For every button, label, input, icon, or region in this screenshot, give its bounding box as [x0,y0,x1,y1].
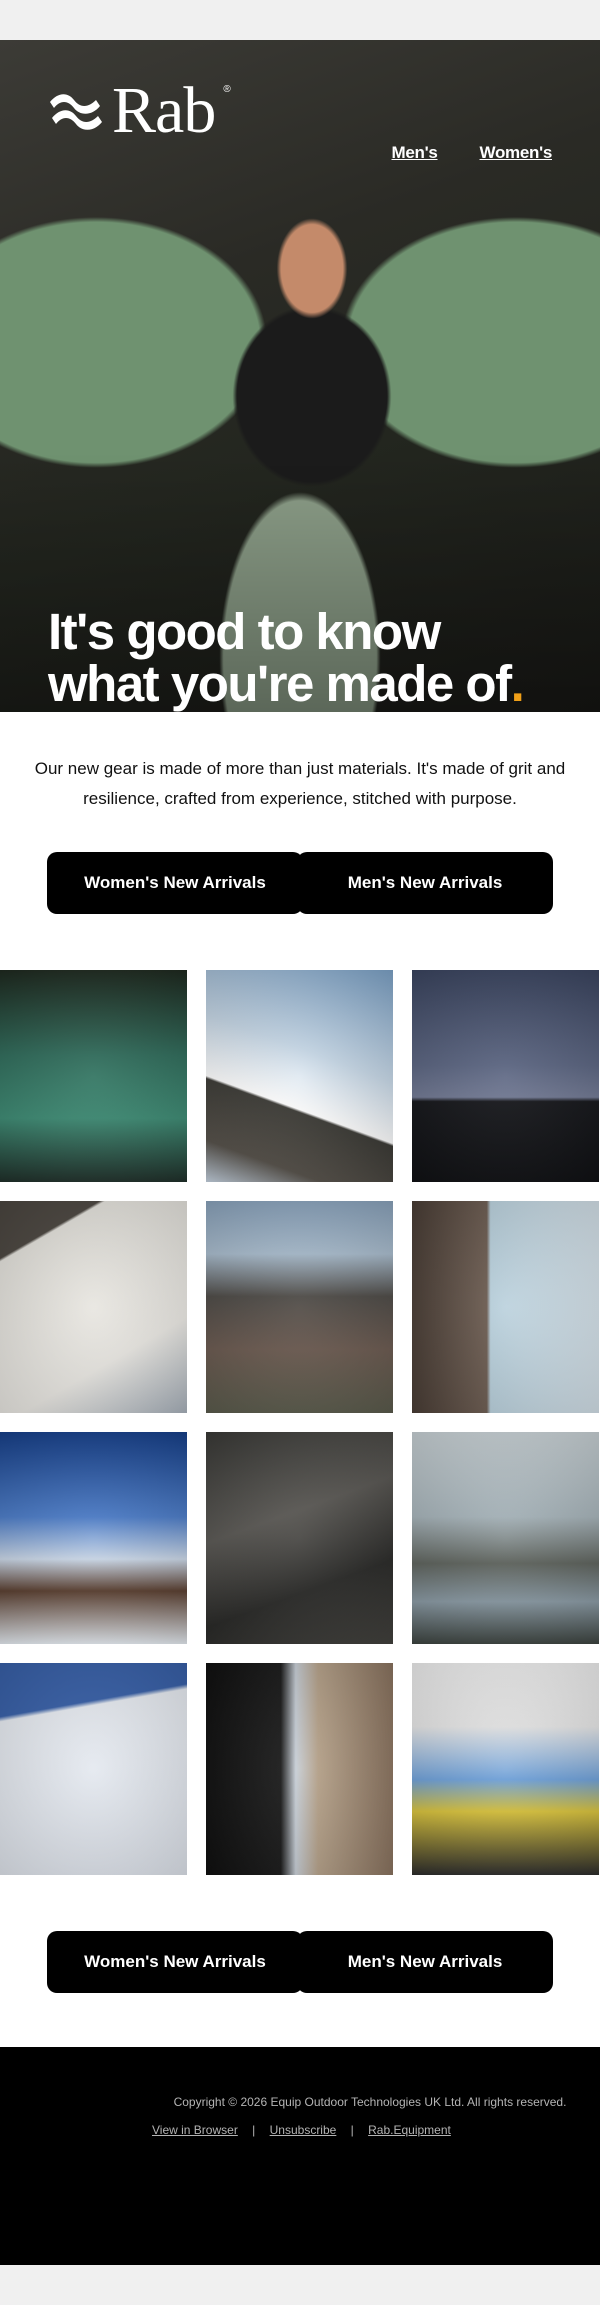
footer-separator: | [350,2123,354,2137]
photo-tile[interactable] [412,1432,599,1644]
hero-headline-line-1: It's good to know [48,603,441,660]
footer-separator: | [252,2123,256,2137]
hero-headline: It's good to know what you're made of. [48,606,568,710]
cta-row-top: Women's New Arrivals Men's New Arrivals [0,814,600,970]
photo-tile[interactable] [0,1432,187,1644]
rab-wave-logo-icon [50,94,102,130]
mens-new-arrivals-button[interactable]: Men's New Arrivals [297,852,553,914]
hero-headline-line-2-text: what you're made of [48,655,512,712]
copyright-text: Copyright © 2026 Equip Outdoor Technolog… [173,2095,567,2109]
photo-tile[interactable] [0,1663,187,1875]
bottom-spacer [0,2265,600,2305]
accent-dot: . [510,655,525,712]
cta-row-bottom: Women's New Arrivals Men's New Arrivals [0,1875,600,2047]
intro-text: Our new gear is made of more than just m… [34,759,566,808]
footer: Copyright © 2026 Equip Outdoor Technolog… [0,2047,600,2265]
hero-banner[interactable]: Rab ® Men's Women's It's good to know wh… [0,40,600,712]
nav-mens-link[interactable]: Men's [392,143,438,163]
womens-new-arrivals-button[interactable]: Women's New Arrivals [47,852,303,914]
womens-new-arrivals-button[interactable]: Women's New Arrivals [47,1931,303,1993]
mens-new-arrivals-button[interactable]: Men's New Arrivals [297,1931,553,1993]
photo-tile[interactable] [0,1201,187,1413]
photo-tile[interactable] [206,1432,393,1644]
top-spacer [0,0,600,40]
view-in-browser-link[interactable]: View in Browser [152,2123,238,2137]
photo-tile[interactable] [206,1663,393,1875]
photo-tile[interactable] [206,970,393,1182]
photo-tile[interactable] [412,1663,599,1875]
rab-logo[interactable]: Rab ® [48,74,231,147]
email-body: Rab ® Men's Women's It's good to know wh… [0,40,600,2265]
nav-womens-link[interactable]: Women's [480,143,553,163]
photo-tile[interactable] [412,970,599,1182]
photo-tile[interactable] [206,1201,393,1413]
photo-tile[interactable] [412,1201,599,1413]
rab-equipment-link[interactable]: Rab.Equipment [368,2123,451,2137]
brand-name: Rab [112,74,216,147]
footer-links: View in Browser | Unsubscribe | Rab.Equi… [0,2123,600,2137]
photo-grid [0,970,600,1875]
photo-tile[interactable] [0,970,187,1182]
top-nav: Men's Women's [392,143,553,163]
hero-headline-line-2: what you're made of. [48,658,568,710]
registered-mark: ® [223,84,231,95]
unsubscribe-link[interactable]: Unsubscribe [270,2123,337,2137]
